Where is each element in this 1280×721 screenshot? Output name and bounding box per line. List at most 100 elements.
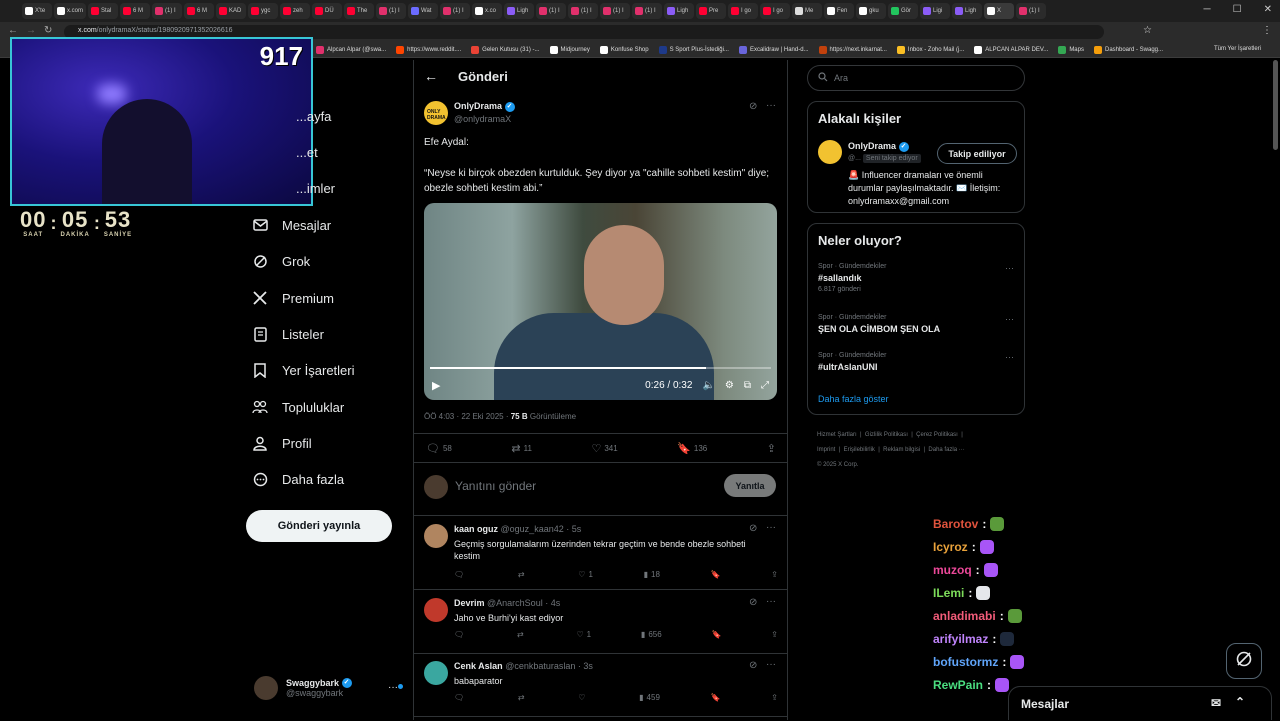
reply-author[interactable]: Cenk Aslan: [454, 661, 503, 671]
bookmark-item[interactable]: https://www.reddit....: [396, 45, 461, 54]
reply-input[interactable]: Yanıtını gönder: [455, 479, 536, 493]
views-action[interactable]: ▮ 459: [639, 693, 660, 702]
trend-more-icon[interactable]: ···: [1005, 314, 1014, 324]
bookmark-action[interactable]: 🔖: [711, 693, 721, 702]
browser-tab[interactable]: Gör: [888, 3, 919, 19]
browser-tab[interactable]: Fen: [824, 3, 855, 19]
bookmark-action[interactable]: 🔖: [711, 570, 721, 579]
reply-more-icon[interactable]: ···: [766, 522, 776, 533]
fullscreen-icon[interactable]: ⤢: [761, 380, 769, 391]
picture-in-picture-icon[interactable]: ⧉: [744, 380, 751, 391]
repost-action[interactable]: ⇄: [518, 693, 528, 702]
views-action[interactable]: ▮ 656: [641, 630, 662, 639]
new-message-icon[interactable]: ✉: [1211, 696, 1221, 710]
browser-tab[interactable]: gku: [856, 3, 887, 19]
browser-tab[interactable]: Ligh: [664, 3, 695, 19]
related-avatar[interactable]: [818, 140, 842, 164]
reply-avatar[interactable]: [424, 524, 448, 548]
trend-item[interactable]: Spor · Gündemdekiler ŞEN OLA CİMBOM ŞEN …: [818, 314, 1014, 334]
share-action[interactable]: ⇪: [771, 693, 778, 702]
reply-avatar[interactable]: [424, 598, 448, 622]
bookmark-item[interactable]: Alpcan Alpar (@swa...: [316, 45, 386, 54]
post-more-icon[interactable]: ···: [766, 100, 776, 111]
browser-tab[interactable]: Ligi: [920, 3, 951, 19]
grok-explain-icon[interactable]: ⊘: [749, 660, 757, 671]
account-more-icon[interactable]: ···: [388, 682, 398, 693]
search-box[interactable]: Ara: [807, 65, 1025, 91]
browser-tab[interactable]: 6 M: [120, 3, 151, 19]
grok-explain-icon[interactable]: ⊘: [749, 597, 757, 608]
bookmark-star-icon[interactable]: ☆: [1143, 25, 1152, 36]
author-name-row[interactable]: OnlyDrama ✓: [454, 101, 515, 112]
reply-more-icon[interactable]: ···: [766, 659, 776, 670]
close-window-icon[interactable]: ✕: [1264, 4, 1272, 15]
footer-link[interactable]: Imprint: [817, 447, 835, 453]
reply-item[interactable]: kaan oguz @oguz_kaan42 · 5s ⊘ ··· Geçmiş so…: [413, 518, 788, 590]
nav-notifications[interactable]: ...imler: [252, 177, 335, 199]
browser-tab[interactable]: x.com: [54, 3, 87, 19]
nav-home[interactable]: ...ayfa: [252, 105, 331, 127]
bookmark-item[interactable]: S Sport Plus-İstediği...: [658, 45, 729, 54]
back-icon[interactable]: ←: [8, 25, 18, 36]
browser-tab[interactable]: Pre: [696, 3, 727, 19]
nav-bookmarks[interactable]: Yer İşaretleri: [252, 359, 355, 381]
bookmark-item[interactable]: Midjourney: [549, 45, 590, 54]
browser-tab[interactable]: I go: [760, 3, 791, 19]
browser-tab[interactable]: (1) I: [152, 3, 183, 19]
nav-profile[interactable]: Profil: [252, 432, 312, 454]
settings-gear-icon[interactable]: ⚙: [725, 380, 734, 391]
trend-more-icon[interactable]: ···: [1005, 352, 1014, 362]
reply-action[interactable]: 🗨: [454, 693, 467, 702]
minimize-icon[interactable]: ─: [1204, 4, 1211, 15]
browser-tab[interactable]: (1) I: [536, 3, 567, 19]
bookmark-item[interactable]: Excalidraw | Hand-d...: [738, 45, 809, 54]
like-action[interactable]: ♡ 1: [576, 630, 591, 639]
browser-tab[interactable]: X: [984, 3, 1015, 19]
browser-tab[interactable]: Stal: [88, 3, 119, 19]
forward-icon[interactable]: →: [26, 25, 36, 36]
post-timestamp[interactable]: ÖÖ 4:03 · 22 Eki 2025 ·: [424, 412, 511, 421]
browser-tab[interactable]: (1) I: [632, 3, 663, 19]
footer-link[interactable]: Çerez Politikası: [916, 432, 958, 438]
browser-tab[interactable]: zeh: [280, 3, 311, 19]
reply-author[interactable]: kaan oguz: [454, 524, 498, 534]
like-action[interactable]: ♡ 341: [591, 442, 617, 455]
nav-communities[interactable]: Topluluklar: [252, 396, 344, 418]
browser-tab[interactable]: (1) I: [440, 3, 471, 19]
browser-tab[interactable]: X'te: [22, 3, 52, 19]
footer-link[interactable]: Daha fazla ···: [928, 447, 964, 453]
nav-grok[interactable]: Grok: [252, 250, 310, 272]
video-progress-bar[interactable]: [430, 367, 771, 369]
browser-tab[interactable]: Me: [792, 3, 823, 19]
messages-drawer[interactable]: Mesajlar ✉ ⌃: [1008, 686, 1272, 720]
bookmark-item[interactable]: Dashboard - Swagg...: [1093, 45, 1163, 54]
footer-link[interactable]: Gizlilik Politikası: [865, 432, 908, 438]
views-action[interactable]: ▮ 18: [644, 570, 660, 579]
like-action[interactable]: ♡: [578, 693, 588, 702]
browser-tab[interactable]: (1) I: [568, 3, 599, 19]
trend-item[interactable]: Spor · Gündemdekiler #ultrAslanUNI ···: [818, 352, 1014, 372]
reply-avatar[interactable]: [424, 661, 448, 685]
reply-item[interactable]: Cenk Aslan @cenkbaturaslan · 3s ⊘ ··· babap…: [413, 655, 788, 721]
related-name-row[interactable]: OnlyDrama ✓: [848, 141, 909, 152]
bookmark-item[interactable]: https://next.inkarnat...: [818, 45, 887, 54]
browser-tab[interactable]: I go: [728, 3, 759, 19]
bookmark-item[interactable]: ALPCAN ALPAR DEV...: [974, 45, 1048, 54]
browser-tab[interactable]: (1) I: [600, 3, 631, 19]
maximize-icon[interactable]: ☐: [1233, 4, 1242, 15]
repost-action[interactable]: ⇄ 11: [511, 442, 532, 455]
browser-tab[interactable]: x.co: [472, 3, 503, 19]
bookmark-action[interactable]: 🔖: [712, 630, 722, 639]
browser-tab[interactable]: 6 M: [184, 3, 215, 19]
post-button[interactable]: Gönderi yayınla: [246, 510, 392, 542]
nav-more[interactable]: Daha fazla: [252, 468, 344, 490]
bookmark-item[interactable]: Maps: [1058, 45, 1084, 54]
show-more-link[interactable]: Daha fazla göster: [818, 394, 889, 404]
grok-explain-icon[interactable]: ⊘: [749, 101, 757, 112]
repost-action[interactable]: ⇄: [518, 570, 528, 579]
nav-messages[interactable]: Mesajlar: [252, 214, 331, 236]
reply-button[interactable]: Yanıtla: [724, 474, 776, 497]
trend-item[interactable]: Spor · Gündemdekiler #sallandık 6.817 gö…: [818, 263, 1014, 293]
nav-lists[interactable]: Listeler: [252, 323, 324, 345]
reply-action[interactable]: 🗨 58: [426, 442, 452, 455]
